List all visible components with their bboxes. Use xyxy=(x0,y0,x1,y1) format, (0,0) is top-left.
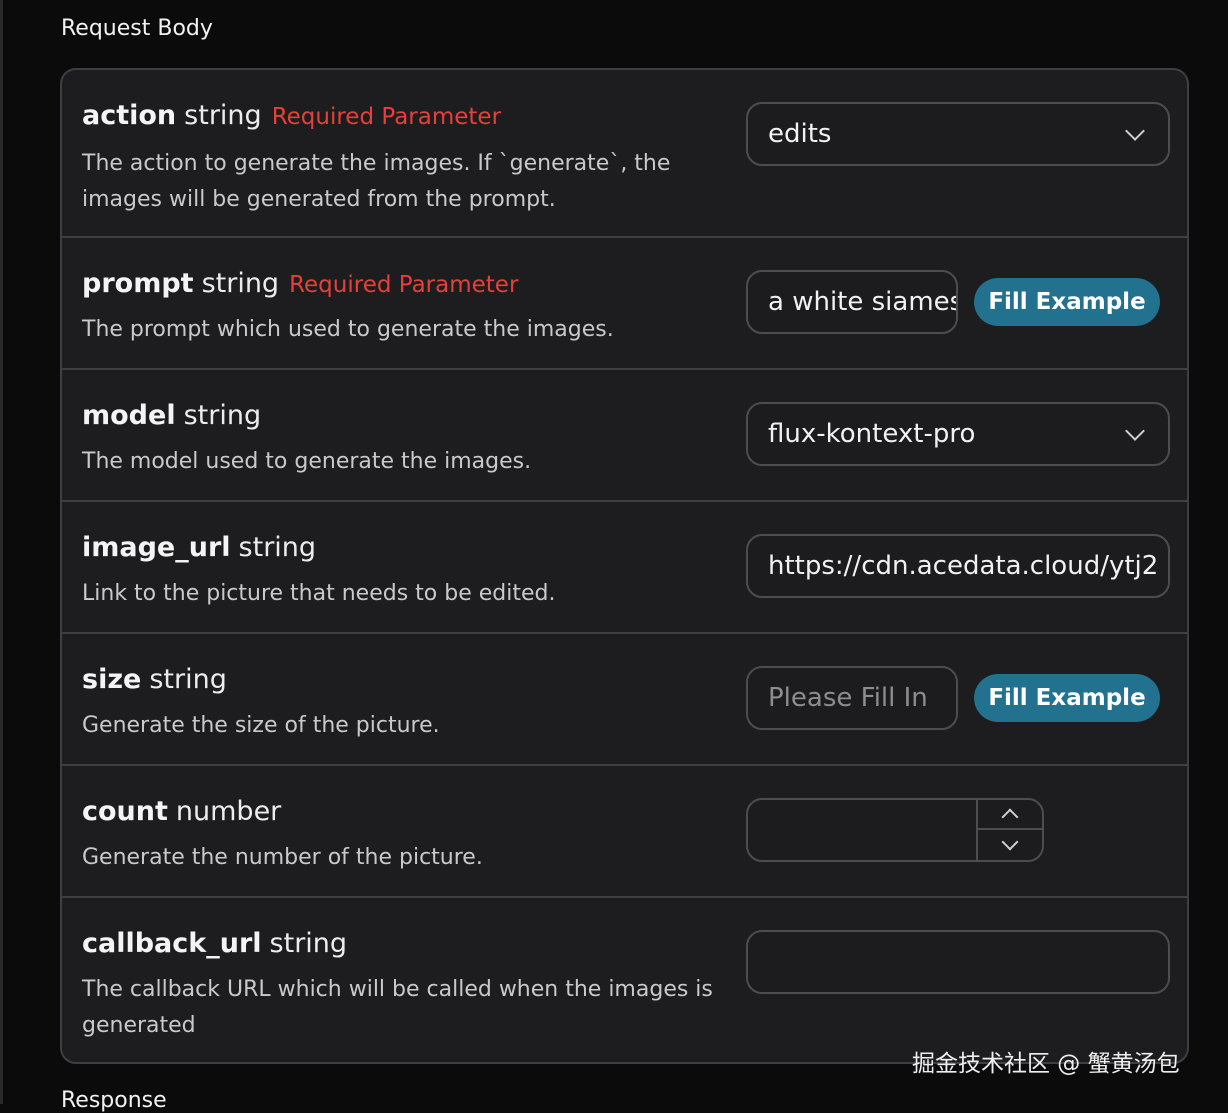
param-title: count number xyxy=(82,796,281,827)
param-title: prompt string Required Parameter xyxy=(82,268,518,299)
increment-button[interactable] xyxy=(978,800,1042,830)
param-name: size xyxy=(82,664,142,695)
fill-example-button[interactable]: Fill Example xyxy=(974,674,1160,722)
param-description: The prompt which used to generate the im… xyxy=(82,317,614,342)
size-input[interactable]: Please Fill In xyxy=(746,666,958,730)
fill-example-button[interactable]: Fill Example xyxy=(974,278,1160,326)
action-select[interactable]: edits xyxy=(746,102,1170,166)
callback-url-input[interactable] xyxy=(746,930,1170,994)
param-title: image_url string xyxy=(82,532,316,563)
param-name: count xyxy=(82,796,168,827)
select-value: edits xyxy=(768,119,832,149)
param-row-count: count number Generate the number of the p… xyxy=(62,766,1187,898)
chevron-down-icon xyxy=(1125,121,1145,141)
input-value: a white siamese xyxy=(768,287,956,317)
param-row-action: action string Required Parameter The actio… xyxy=(62,70,1187,238)
param-description: The model used to generate the images. xyxy=(82,449,532,474)
param-title: callback_url string xyxy=(82,928,347,959)
image-url-input[interactable]: https://cdn.acedata.cloud/ytj2 xyxy=(746,534,1170,598)
param-type: string xyxy=(201,268,280,299)
param-name: action xyxy=(82,100,177,131)
decrement-button[interactable] xyxy=(978,830,1042,860)
param-description: The action to generate the images. If `g… xyxy=(82,151,671,212)
left-edge-divider xyxy=(0,0,3,1104)
chevron-down-icon xyxy=(1001,833,1019,851)
param-type: string xyxy=(269,928,348,959)
section-title: Request Body xyxy=(61,16,213,41)
param-row-size: size string Generate the size of the pict… xyxy=(62,634,1187,766)
model-select[interactable]: flux-kontext-pro xyxy=(746,402,1170,466)
param-description: Generate the number of the picture. xyxy=(82,845,483,870)
param-description: The callback URL which will be called wh… xyxy=(82,977,713,1038)
param-name: prompt xyxy=(82,268,194,299)
input-value: https://cdn.acedata.cloud/ytj2 xyxy=(768,551,1159,581)
required-label: Required Parameter xyxy=(289,272,519,298)
param-description: Link to the picture that needs to be edi… xyxy=(82,581,556,606)
request-body-panel: action string Required Parameter The actio… xyxy=(60,68,1189,1064)
watermark: 掘金技术社区 @ 蟹黄汤包 xyxy=(912,1051,1180,1077)
chevron-up-icon xyxy=(1001,808,1019,826)
param-row-prompt: prompt string Required Parameter The promp… xyxy=(62,238,1187,370)
select-value: flux-kontext-pro xyxy=(768,419,976,449)
param-name: image_url xyxy=(82,532,231,563)
chevron-down-icon xyxy=(1125,421,1145,441)
prompt-input[interactable]: a white siamese xyxy=(746,270,958,334)
required-label: Required Parameter xyxy=(271,104,502,130)
param-type: string xyxy=(149,664,227,695)
param-title: size string xyxy=(82,664,227,695)
count-number-input[interactable] xyxy=(746,798,1044,862)
param-type: string xyxy=(238,532,317,563)
input-placeholder: Please Fill In xyxy=(768,683,928,713)
param-type: string xyxy=(184,100,262,131)
param-title: model string xyxy=(82,400,261,431)
param-description: Generate the size of the picture. xyxy=(82,713,440,738)
param-name: model xyxy=(82,400,176,431)
param-row-image-url: image_url string Link to the picture that… xyxy=(62,502,1187,634)
param-title: action string Required Parameter xyxy=(82,100,501,131)
param-type: number xyxy=(175,796,282,827)
param-name: callback_url xyxy=(82,928,262,959)
quantity-stepper xyxy=(976,800,1042,860)
param-row-callback-url: callback_url string The callback URL whic… xyxy=(62,898,1187,1062)
response-section-title: Response xyxy=(61,1088,167,1113)
param-type: string xyxy=(183,400,262,431)
param-row-model: model string The model used to generate t… xyxy=(62,370,1187,502)
